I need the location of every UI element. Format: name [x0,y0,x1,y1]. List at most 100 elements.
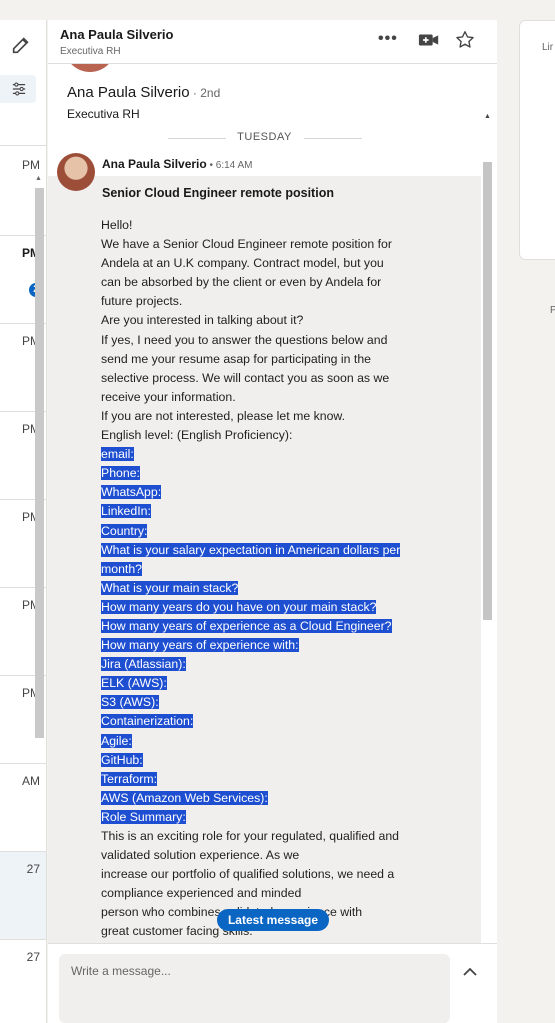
conversation-time: PM [22,158,40,172]
message-text: validated solution experience. As we [101,848,300,863]
conversation-item-active[interactable]: 27 [0,852,46,940]
conversation-list: PM PM PM PM PM PM PM AM 27 27 2 ▲ [0,20,47,1023]
selected-text: Country: [101,523,148,538]
message-line: S3 (AWS): [101,693,431,712]
message-sender: Ana Paula Silverio • 6:14 AM [102,157,252,171]
star-icon[interactable] [454,29,476,51]
conversation-time: 27 [26,862,40,876]
message-line: What is your salary expectation in Ameri… [101,541,431,560]
video-call-icon[interactable] [418,32,440,48]
side-panel-card [519,20,555,260]
scroll-up-arrow-icon[interactable]: ▲ [484,113,491,120]
selected-text: What is your salary expectation in Ameri… [101,542,401,557]
day-separator-label: TUESDAY [237,131,292,143]
message-line: Containerization: [101,712,431,731]
profile-title: Executiva RH [67,107,140,121]
selected-text: How many years do you have on your main … [101,599,377,614]
message-text: Hello! [101,218,133,232]
message-line: Jira (Atlassian): [101,655,431,674]
selected-text: How many years of experience with: [101,638,299,653]
selected-text: Containerization: [101,714,194,729]
selected-text: Terraform: [101,771,158,786]
more-options-icon[interactable]: ••• [378,30,398,48]
header-contact-name[interactable]: Ana Paula Silverio [60,27,173,42]
message-text: If you are not interested, please let me… [101,408,346,423]
conversation-item[interactable]: AM [0,764,46,852]
message-line: Are you interested in talking about it? [101,311,431,330]
compose-icon[interactable] [10,34,32,56]
selected-text: ELK (AWS): [101,676,167,691]
sender-name[interactable]: Ana Paula Silverio [102,157,207,171]
message-line: month? [101,560,431,579]
filter-button[interactable] [0,75,36,103]
sender-avatar[interactable] [57,153,95,191]
message-text: can be absorbed by the client or even by… [101,275,382,290]
message-line: This is an exciting role for your regula… [101,827,431,846]
filter-icon [12,82,26,96]
message-line: ELK (AWS): [101,674,431,693]
profile-name-text[interactable]: Ana Paula Silverio [67,84,190,101]
conversation-item[interactable]: 27 [0,940,46,1023]
composer-divider [48,943,497,944]
message-body: Hello! We have a Senior Cloud Engineer re… [101,216,431,942]
message-line: Andela at an U.K company. Contract model… [101,254,431,273]
message-text: increase our portfolio of qualified solu… [101,867,395,882]
message-line: How many years do you have on your main … [101,598,431,617]
message-line: Agile: [101,732,431,751]
message-input[interactable] [59,954,450,1023]
selected-text: Role Summary: [101,809,186,824]
message-line: WhatsApp: [101,483,431,502]
message-text: selective process. We will contact you a… [101,370,390,385]
message-line: receive your information. [101,388,431,407]
message-text: We have a Senior Cloud Engineer remote p… [101,237,392,252]
message-line: Role Summary: [101,808,431,827]
message-line: validated solution experience. As we [101,846,431,865]
message-line: If yes, I need you to answer the questio… [101,331,431,350]
profile-name[interactable]: Ana Paula Silverio · 2nd [67,84,220,101]
selected-text: Agile: [101,733,132,748]
thread-scrollbar-thumb[interactable] [483,162,492,620]
side-panel-text: Lir [542,42,554,53]
message-text: If yes, I need you to answer the questio… [101,332,388,347]
message-line: can be absorbed by the client or even by… [101,273,431,292]
message-subject: Senior Cloud Engineer remote position [102,186,334,200]
message-line: LinkedIn: [101,502,431,521]
scroll-up-arrow-icon[interactable]: ▲ [35,175,42,182]
message-text: Andela at an U.K company. Contract model… [101,256,384,271]
selected-text: LinkedIn: [101,504,151,519]
message-line: increase our portfolio of qualified solu… [101,865,431,884]
list-scrollbar-thumb[interactable] [35,188,44,738]
profile-avatar[interactable] [64,64,116,72]
message-text: send me your resume asap for participati… [101,351,371,366]
selected-text: email: [101,447,134,462]
expand-composer-icon[interactable] [460,964,480,980]
message-line: Terraform: [101,770,431,789]
message-text: receive your information. [101,389,236,404]
list-divider [0,145,46,146]
selected-text: GitHub: [101,752,143,767]
selected-text: month? [101,561,143,576]
message-timestamp: • 6:14 AM [206,160,253,171]
conversation-time: 27 [26,950,40,964]
message-line: If you are not interested, please let me… [101,407,431,426]
conversation-time: AM [22,774,40,788]
message-line: What is your main stack? [101,579,431,598]
message-line: selective process. We will contact you a… [101,369,431,388]
message-text: compliance experienced and minded [101,886,302,901]
message-line: Hello! [101,216,431,235]
message-line: future projects. [101,292,431,311]
side-panel-text: P [550,305,555,316]
day-separator: TUESDAY [48,130,481,146]
selected-text: What is your main stack? [101,580,239,595]
message-line: send me your resume asap for participati… [101,350,431,369]
message-line: English level: (English Proficiency): [101,426,431,445]
latest-message-button[interactable]: Latest message [217,909,329,931]
message-line: Phone: [101,464,431,483]
message-line: Country: [101,522,431,541]
message-line: GitHub: [101,751,431,770]
selected-text: Phone: [101,466,140,481]
connection-degree: · 2nd [189,86,221,100]
selected-text: AWS (Amazon Web Services): [101,790,268,805]
conversation-header: Ana Paula Silverio Executiva RH ••• [48,20,497,64]
message-line: AWS (Amazon Web Services): [101,789,431,808]
